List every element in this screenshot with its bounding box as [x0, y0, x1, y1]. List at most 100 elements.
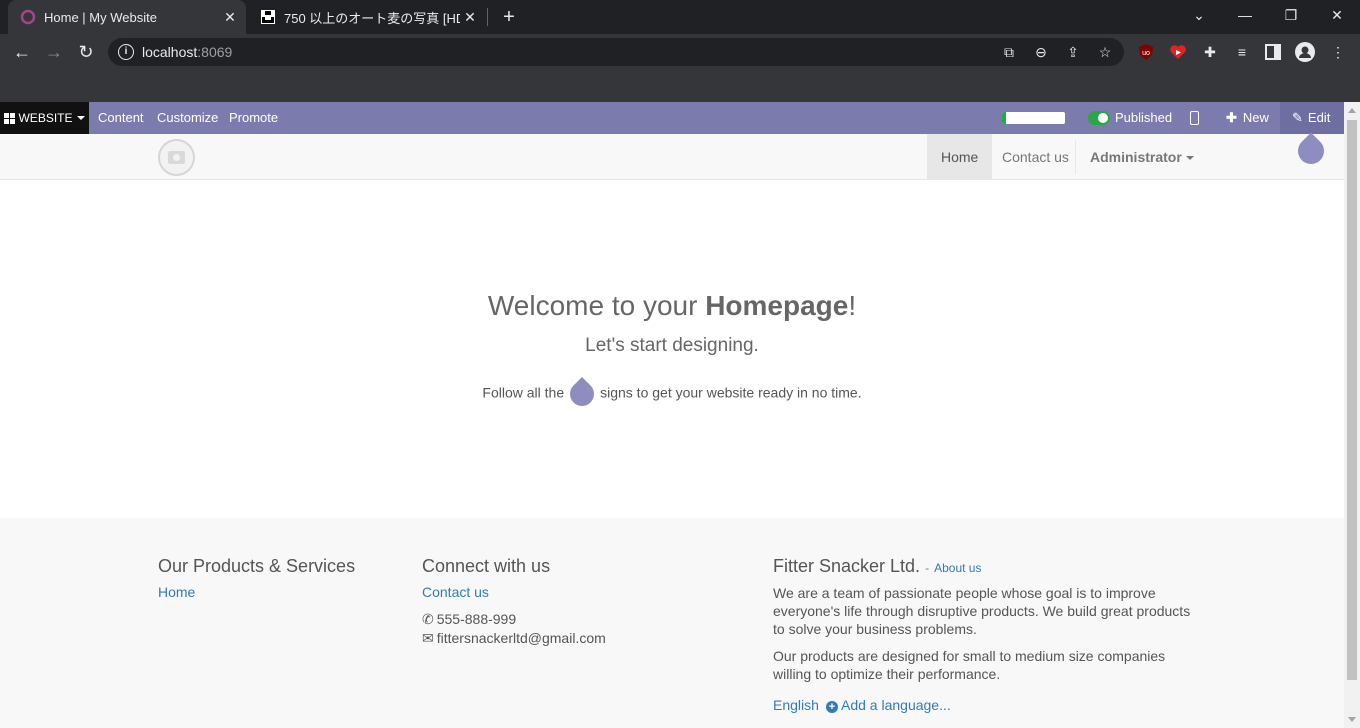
- company-description: We are a team of passionate people whose…: [773, 585, 1191, 637]
- progress-fill: [1002, 112, 1006, 124]
- published-toggle[interactable]: [1088, 111, 1110, 125]
- add-language-label: Add a language...: [841, 697, 951, 713]
- footer-products-title: Our Products & Services: [158, 556, 356, 576]
- scroll-down-icon[interactable]: [1348, 717, 1356, 722]
- close-tab-icon[interactable]: ✕: [220, 9, 240, 26]
- unsplash-favicon-icon: [261, 10, 275, 24]
- follow-text-after: signs to get your website ready in no ti…: [600, 384, 862, 401]
- browser-menu-icon[interactable]: ⋮: [1328, 42, 1348, 62]
- website-progress-bar[interactable]: [1002, 112, 1065, 124]
- browser-tab-unsplash[interactable]: 750 以上のオート麦の写真 [HD] | Unsplash ✕: [250, 0, 486, 34]
- page-viewport: WEBSITE Content Customize Promote Publis…: [0, 102, 1344, 728]
- hero-title-bold: Homepage: [705, 290, 849, 321]
- forward-icon[interactable]: →: [42, 40, 66, 64]
- pencil-icon: ✎: [1292, 110, 1303, 125]
- reload-icon[interactable]: ↻: [74, 40, 98, 64]
- add-language-link[interactable]: + Add a language...: [826, 697, 951, 713]
- website-apps-button[interactable]: WEBSITE: [0, 102, 89, 134]
- user-menu[interactable]: Administrator: [1076, 134, 1208, 180]
- browser-tab-home[interactable]: Home | My Website ✕: [8, 0, 246, 34]
- tip-droplet-icon: [565, 377, 600, 411]
- apps-grid-icon: [4, 112, 16, 124]
- close-tab-icon[interactable]: ✕: [460, 9, 480, 26]
- tab-divider: [487, 8, 488, 26]
- footer-company: Fitter Snacker Ltd. - About us: [773, 556, 981, 577]
- footer-phone: ✆ 555-888-999: [422, 610, 516, 628]
- browser-toolbar: ← → ↻ i localhost:8069 ⧉ ⊖ ⇪ ☆ uo ✚ ≡ ⋮: [0, 34, 1360, 70]
- site-footer: Our Products & Services Home Connect wit…: [0, 518, 1344, 728]
- about-separator: -: [925, 561, 930, 575]
- page-scrollbar[interactable]: [1344, 102, 1360, 728]
- minimize-icon[interactable]: —: [1222, 0, 1268, 34]
- site-header: Home Contact us Administrator: [0, 132, 1344, 180]
- nav-home[interactable]: Home: [927, 134, 993, 180]
- published-label[interactable]: Published: [1115, 102, 1172, 134]
- company-target-text: Our products are designed for small to m…: [773, 648, 1166, 682]
- url-text: localhost:8069: [142, 44, 232, 60]
- site-info-icon[interactable]: i: [118, 44, 134, 60]
- edit-button[interactable]: ✎ Edit: [1280, 102, 1344, 134]
- browser-tab-title: Home | My Website: [44, 9, 157, 25]
- camera-icon: [168, 151, 185, 164]
- ublock-icon[interactable]: uo: [1137, 43, 1155, 61]
- phone-number: 555-888-999: [436, 611, 517, 627]
- youtube-extension-icon[interactable]: [1169, 43, 1187, 61]
- hero-subtitle: Let's start designing.: [585, 335, 759, 356]
- browser-tab-bar: Home | My Website ✕ 750 以上のオート麦の写真 [HD] …: [0, 0, 1360, 34]
- plus-icon: ✚: [1226, 110, 1237, 125]
- new-button[interactable]: ✚ New: [1226, 102, 1269, 134]
- address-bar[interactable]: i localhost:8069 ⧉ ⊖ ⇪ ☆: [108, 38, 1124, 66]
- browser-tab-title: 750 以上のオート麦の写真 [HD] | Unsplash: [284, 10, 460, 26]
- new-label: New: [1242, 110, 1269, 125]
- restore-icon[interactable]: ❐: [1268, 0, 1314, 34]
- footer-connect-title: Connect with us: [422, 556, 551, 576]
- zoom-icon[interactable]: ⊖: [1032, 43, 1050, 61]
- website-label: WEBSITE: [18, 111, 73, 125]
- scrollbar-thumb[interactable]: [1347, 120, 1357, 680]
- menu-promote[interactable]: Promote: [229, 102, 278, 134]
- footer-link-home[interactable]: Home: [158, 584, 195, 600]
- translate-icon[interactable]: ⧉: [1000, 43, 1018, 61]
- footer-email: ✉ fittersnackerltd@gmail.com: [422, 629, 606, 647]
- new-tab-icon[interactable]: +: [498, 6, 520, 28]
- menu-customize[interactable]: Customize: [157, 102, 218, 134]
- scroll-up-icon[interactable]: [1348, 108, 1356, 113]
- hero-title: Welcome to your Homepage!: [0, 290, 1344, 322]
- bookmarks-bar: [0, 70, 1360, 102]
- email-address: fittersnackerltd@gmail.com: [436, 630, 606, 646]
- reading-list-icon[interactable]: ≡: [1232, 42, 1252, 62]
- back-icon[interactable]: ←: [10, 40, 34, 64]
- odoo-website-bar: WEBSITE Content Customize Promote Publis…: [0, 102, 1344, 134]
- follow-text-before: Follow all the: [482, 384, 565, 401]
- tip-droplet-icon[interactable]: [1292, 132, 1330, 170]
- plus-circle-icon: +: [826, 701, 838, 713]
- hero-title-suffix: !: [848, 290, 857, 321]
- phone-icon: ✆: [422, 611, 434, 627]
- bookmark-star-icon[interactable]: ☆: [1096, 43, 1114, 61]
- close-window-icon[interactable]: ✕: [1314, 0, 1360, 34]
- about-us-link[interactable]: About us: [934, 561, 981, 575]
- share-icon[interactable]: ⇪: [1064, 43, 1082, 61]
- language-english[interactable]: English: [773, 697, 819, 713]
- odoo-favicon-icon: [20, 9, 36, 25]
- toggle-knob: [1098, 113, 1108, 123]
- company-name: Fitter Snacker Ltd.: [773, 556, 921, 576]
- user-name: Administrator: [1090, 149, 1182, 165]
- edit-label: Edit: [1307, 110, 1331, 125]
- url-host: localhost: [142, 44, 198, 60]
- hero-instructions: Follow all the signs to get your website …: [0, 377, 1344, 411]
- envelope-icon: ✉: [422, 630, 434, 646]
- svg-text:uo: uo: [1142, 50, 1150, 57]
- extensions-puzzle-icon[interactable]: ✚: [1200, 42, 1220, 62]
- hero-title-prefix: Welcome to your: [487, 290, 706, 321]
- tab-search-icon[interactable]: ⌄: [1176, 0, 1222, 34]
- mobile-preview-icon[interactable]: [1190, 111, 1199, 125]
- profile-avatar-icon[interactable]: [1295, 42, 1315, 62]
- footer-link-contact[interactable]: Contact us: [422, 584, 489, 600]
- url-port: :8069: [197, 44, 233, 60]
- site-logo[interactable]: [158, 139, 195, 176]
- menu-content[interactable]: Content: [98, 102, 144, 134]
- side-panel-icon[interactable]: [1265, 44, 1281, 60]
- caret-down-icon: [76, 116, 85, 120]
- nav-contact-us[interactable]: Contact us: [988, 134, 1083, 180]
